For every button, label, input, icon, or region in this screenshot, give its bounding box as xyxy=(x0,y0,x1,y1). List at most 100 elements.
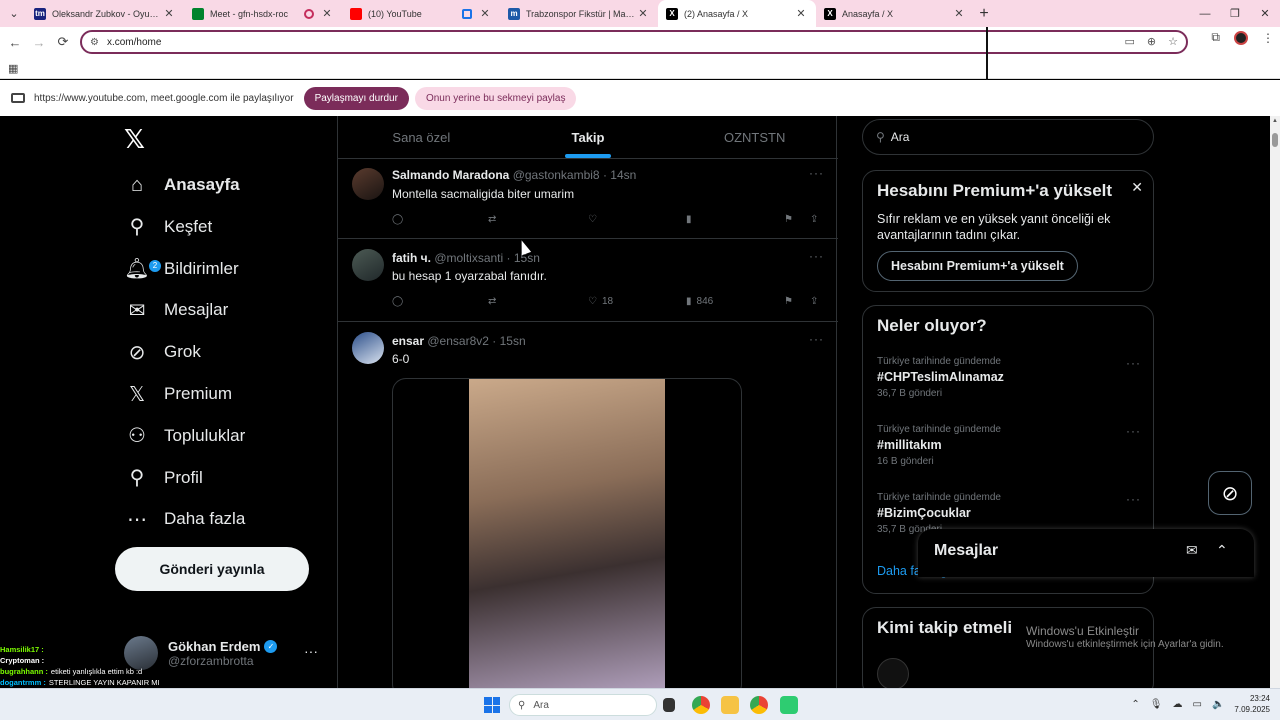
tab-search-button[interactable]: ⌄ xyxy=(2,3,26,25)
page-scrollbar[interactable]: ▲ xyxy=(1270,116,1280,688)
cast-icon[interactable]: ▭ xyxy=(1125,35,1135,48)
tweet-video[interactable] xyxy=(392,378,742,688)
like-button[interactable]: ♡ 18 xyxy=(588,296,613,307)
bookmark-star-icon[interactable]: ☆ xyxy=(1168,35,1178,48)
address-bar[interactable]: ⚙ x.com/home ▭ ⊕ ☆ xyxy=(80,30,1188,54)
close-window-icon[interactable]: ✕ xyxy=(1250,0,1280,27)
show-hidden-icons[interactable]: ⌃ xyxy=(1131,699,1139,710)
premium-upgrade-button[interactable]: Hesabını Premium+'a yükselt xyxy=(877,251,1078,281)
tab-close-icon[interactable]: ✕ xyxy=(162,7,176,20)
nav-item-mail[interactable]: ✉ Mesajlar xyxy=(124,290,229,330)
post-button[interactable]: Gönderi yayınla xyxy=(115,547,309,591)
bookmark-icon[interactable]: ⚑ xyxy=(784,214,793,225)
zoom-icon[interactable]: ⊕ xyxy=(1147,35,1156,48)
expand-drawer-icon[interactable]: ⌃ xyxy=(1216,542,1228,559)
restore-icon[interactable]: ❐ xyxy=(1220,0,1250,27)
tab-close-icon[interactable]: ✕ xyxy=(478,7,492,20)
trend-more-icon[interactable]: ··· xyxy=(1126,356,1141,370)
microphone-icon[interactable]: 🎙 xyxy=(1150,699,1163,710)
clock[interactable]: 23:24 7.09.2025 xyxy=(1234,693,1270,715)
browser-tab[interactable]: (10) YouTube ✕ xyxy=(342,0,500,27)
browser-menu-icon[interactable]: ⋮ xyxy=(1262,31,1274,45)
minimize-icon[interactable]: — xyxy=(1190,0,1220,27)
tab-following[interactable]: Takip xyxy=(505,116,672,158)
new-message-icon[interactable]: ✉ xyxy=(1186,542,1198,559)
browser-tab[interactable]: tm Oleksandr Zubkov - Oyuncu pr✕ xyxy=(26,0,184,27)
trend-item[interactable]: Türkiye tarihinde gündemde #CHPTeslimAlı… xyxy=(877,356,1141,399)
tweet-avatar[interactable] xyxy=(352,332,384,364)
tweet-avatar[interactable] xyxy=(352,168,384,200)
tweet[interactable]: fatih ч. @moltixsanti · 15sn ··· bu hesa… xyxy=(338,239,838,322)
nav-item-x-premium[interactable]: 𝕏 Premium xyxy=(124,374,232,414)
new-tab-button[interactable]: + xyxy=(974,5,994,23)
tweet-handle[interactable]: @moltixsanti xyxy=(434,251,503,265)
nav-item-profile[interactable]: ⚲ Profil xyxy=(124,458,203,498)
nav-item-search[interactable]: ⚲ Keşfet xyxy=(124,207,213,247)
scroll-thumb[interactable] xyxy=(1272,133,1278,147)
search-box[interactable]: ⚲ Ara xyxy=(862,119,1154,155)
share-icon[interactable]: ⇪ xyxy=(810,296,818,307)
trend-item[interactable]: Türkiye tarihinde gündemde #millitakım 1… xyxy=(877,424,1141,467)
windows-start-icon[interactable] xyxy=(484,697,500,713)
profile-avatar[interactable] xyxy=(1234,30,1248,45)
trend-more-icon[interactable]: ··· xyxy=(1126,424,1141,438)
grok-floating-button[interactable]: ⊘ xyxy=(1208,471,1252,515)
chrome-icon[interactable] xyxy=(692,696,710,714)
browser-tab[interactable]: m Trabzonspor Fikstür | Mackolik ✕ xyxy=(500,0,658,27)
network-icon[interactable]: ▭ xyxy=(1193,699,1202,710)
retweet-icon[interactable]: ⇄ xyxy=(488,214,496,225)
tab-close-icon[interactable]: ✕ xyxy=(952,7,966,20)
stop-sharing-button[interactable]: Paylaşmayı durdur xyxy=(303,86,409,110)
nav-item-home[interactable]: ⌂ Anasayfa xyxy=(124,165,240,205)
tweet[interactable]: ensar @ensar8v2 · 15sn ··· 6-0 xyxy=(338,322,838,688)
nav-item-grok[interactable]: ⊘ Grok xyxy=(124,332,201,372)
reply-icon[interactable]: ◯ xyxy=(392,214,403,225)
account-more-icon[interactable]: ··· xyxy=(304,643,318,659)
tweet-time[interactable]: 15sn xyxy=(500,334,526,348)
reload-button[interactable]: ⟳ xyxy=(51,30,75,54)
tab-close-icon[interactable]: ✕ xyxy=(794,7,808,20)
tab-close-icon[interactable]: ✕ xyxy=(320,7,334,20)
share-icon[interactable]: ⇪ xyxy=(810,214,818,225)
tweet[interactable]: Salmando Maradona @gastonkambi8 · 14sn ·… xyxy=(338,160,838,239)
browser-tab[interactable]: X Anasayfa / X ✕ xyxy=(816,0,974,27)
tab-list[interactable]: OZNTSTN xyxy=(671,116,838,158)
views-button[interactable]: ▮ 846 xyxy=(686,296,713,307)
tab-for-you[interactable]: Sana özel xyxy=(338,116,505,158)
tweet-author-name[interactable]: ensar xyxy=(392,334,424,348)
reply-icon[interactable]: ◯ xyxy=(392,296,403,307)
browser-tab[interactable]: Meet - gfn-hsdx-roc ✕ xyxy=(184,0,342,27)
volume-icon[interactable]: 🔈 xyxy=(1212,699,1224,710)
tweet-more-icon[interactable]: ··· xyxy=(809,332,824,346)
nav-item-more-circle[interactable]: ⋯ Daha fazla xyxy=(124,499,245,539)
x-logo-icon[interactable]: 𝕏 xyxy=(124,124,154,154)
apps-grid-icon[interactable]: ▦ xyxy=(8,62,18,75)
tweet-handle[interactable]: @ensar8v2 xyxy=(427,334,489,348)
file-explorer-icon[interactable] xyxy=(663,698,675,712)
suggested-account-avatar[interactable] xyxy=(877,658,909,688)
tweet-author-name[interactable]: Salmando Maradona xyxy=(392,168,509,182)
onedrive-icon[interactable]: ☁ xyxy=(1173,699,1183,710)
messages-drawer[interactable]: Mesajlar ✉ ⌃ xyxy=(918,529,1254,577)
back-button[interactable]: ← xyxy=(3,30,27,54)
tweet-author-name[interactable]: fatih ч. xyxy=(392,251,431,265)
forward-button[interactable]: → xyxy=(27,30,51,54)
nav-item-communities[interactable]: ⚇ Topluluklar xyxy=(124,416,245,456)
trend-more-icon[interactable]: ··· xyxy=(1126,492,1141,506)
tab-close-icon[interactable]: ✕ xyxy=(636,7,650,20)
tweet-more-icon[interactable]: ··· xyxy=(809,166,824,180)
app-icon[interactable] xyxy=(780,696,798,714)
extensions-icon[interactable]: ⧉ xyxy=(1211,30,1220,45)
taskbar-search[interactable]: ⚲ Ara xyxy=(509,694,657,716)
tweet-handle[interactable]: @gastonkambi8 xyxy=(513,168,600,182)
bookmark-icon[interactable]: ⚑ xyxy=(784,296,793,307)
share-this-tab-button[interactable]: Onun yerine bu sekmeyi paylaş xyxy=(414,86,577,110)
chrome-profile-icon[interactable] xyxy=(750,696,768,714)
scroll-up-icon[interactable]: ▲ xyxy=(1270,118,1280,124)
like-icon[interactable]: ♡ xyxy=(588,214,597,225)
views-icon[interactable]: ▮ xyxy=(686,214,692,225)
tweet-avatar[interactable] xyxy=(352,249,384,281)
tweet-time[interactable]: 14sn xyxy=(610,168,636,182)
retweet-icon[interactable]: ⇄ xyxy=(488,296,496,307)
folder-icon[interactable] xyxy=(721,696,739,714)
